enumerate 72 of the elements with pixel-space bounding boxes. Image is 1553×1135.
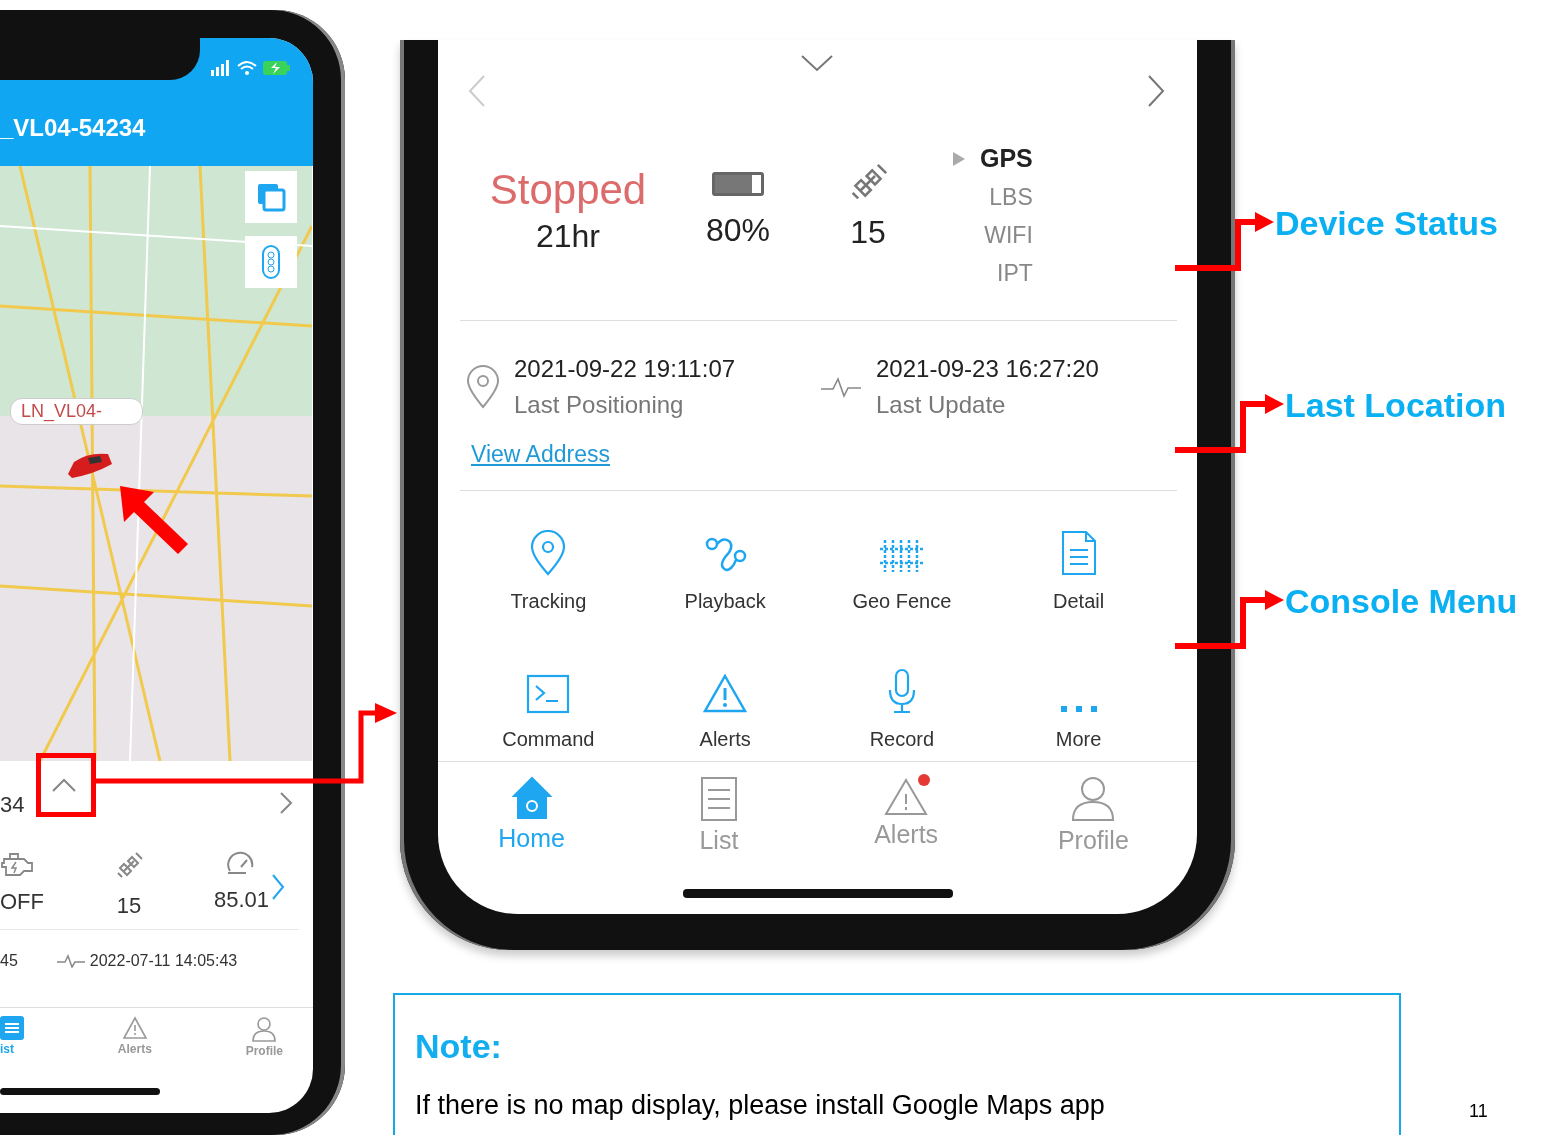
stat-value: OFF	[0, 889, 44, 915]
console-menu-item[interactable]: Command	[460, 647, 637, 751]
battery-reading: 80%	[705, 212, 770, 249]
console-menu-item[interactable]: More	[990, 647, 1167, 751]
motion-status: Stopped	[489, 166, 647, 214]
traffic-button[interactable]	[245, 236, 297, 288]
tab-bar-item[interactable]: ist	[0, 1008, 24, 1078]
chevron-right-icon[interactable]	[1147, 74, 1165, 108]
stat-value: 15	[116, 893, 142, 919]
annotation-label: Console Menu	[1285, 582, 1518, 621]
tab-bar-item[interactable]: List	[625, 776, 813, 879]
console-menu-item[interactable]: Record	[813, 647, 991, 751]
warning-icon	[121, 1016, 148, 1040]
note-title: Note:	[415, 1027, 503, 1066]
document-icon	[1059, 530, 1098, 576]
annotation-label: Last Location	[1285, 386, 1507, 425]
page-number: 11	[1469, 1101, 1488, 1122]
layers-button[interactable]	[245, 171, 297, 223]
terminal-icon	[526, 674, 571, 714]
chevron-down-icon[interactable]	[799, 54, 834, 72]
person-icon	[251, 1016, 278, 1042]
wifi-icon	[237, 60, 257, 76]
duration-value: 21hr	[535, 218, 600, 255]
location-source[interactable]: WIFI	[984, 222, 1033, 249]
tab-bar-item[interactable]: Profile	[999, 776, 1187, 879]
last-positioning-label: Last Positioning	[514, 391, 685, 419]
highlight-frame	[36, 753, 96, 817]
console-menu-item[interactable]: Tracking	[460, 509, 637, 613]
view-address-link[interactable]: View Address	[471, 441, 610, 468]
note-text: If there is no map display, please install Google Maps app	[415, 1090, 1106, 1121]
caret-up-icon[interactable]	[51, 777, 77, 793]
console-menu-item[interactable]: Detail	[990, 509, 1167, 613]
person-icon	[1071, 776, 1116, 822]
chevron-right-icon[interactable]	[279, 791, 293, 815]
more-icon	[1058, 704, 1099, 714]
layers-icon	[255, 181, 287, 213]
annotation-label: Device Status	[1275, 204, 1498, 243]
device-label: LN_VL04-	[10, 398, 144, 425]
location-pin-icon	[530, 530, 567, 576]
pointer-arrow	[120, 486, 190, 556]
signal-icon	[211, 60, 231, 76]
console-menu-item[interactable]: Geo Fence	[813, 509, 991, 613]
engine-icon	[0, 851, 34, 877]
satellite-count: 15	[850, 214, 886, 251]
location-source[interactable]: IPT	[997, 260, 1033, 287]
charging-battery-icon	[263, 61, 291, 75]
warning-icon	[884, 776, 929, 816]
console-menu-item[interactable]: Playback	[636, 509, 814, 613]
location-source[interactable]: GPS	[980, 144, 1033, 173]
location-source[interactable]: LBS	[989, 184, 1033, 211]
traffic-light-icon	[261, 244, 281, 280]
pulse-icon	[55, 954, 86, 968]
pulse-icon	[820, 376, 862, 398]
location-pin-icon	[466, 365, 500, 409]
device-id: 34	[0, 792, 25, 818]
last-update-time: 2021-09-23 16:27:20	[876, 355, 1099, 383]
play-icon	[952, 150, 966, 167]
tab-bar-item[interactable]: Profile	[245, 1008, 283, 1078]
last-update-label: Last Update	[876, 391, 1007, 419]
device-title: _VL04-54234	[0, 114, 146, 142]
last-positioning-time: 2021-09-22 19:11:07	[514, 355, 736, 383]
list-icon	[699, 776, 738, 822]
time-value: 45	[0, 952, 18, 970]
chevron-right-icon[interactable]	[271, 873, 285, 901]
stat-value: 85.01	[213, 887, 269, 913]
tab-bar-item[interactable]: Alerts	[117, 1008, 152, 1078]
console-menu-item[interactable]: Alerts	[636, 647, 814, 751]
warning-icon	[703, 674, 748, 714]
tab-bar-item[interactable]: Alerts	[812, 776, 1000, 879]
last-update-time: 2022-07-11 14:05:43	[89, 952, 238, 970]
home-icon	[511, 776, 552, 820]
tab-bar-item[interactable]: Home	[438, 776, 626, 879]
